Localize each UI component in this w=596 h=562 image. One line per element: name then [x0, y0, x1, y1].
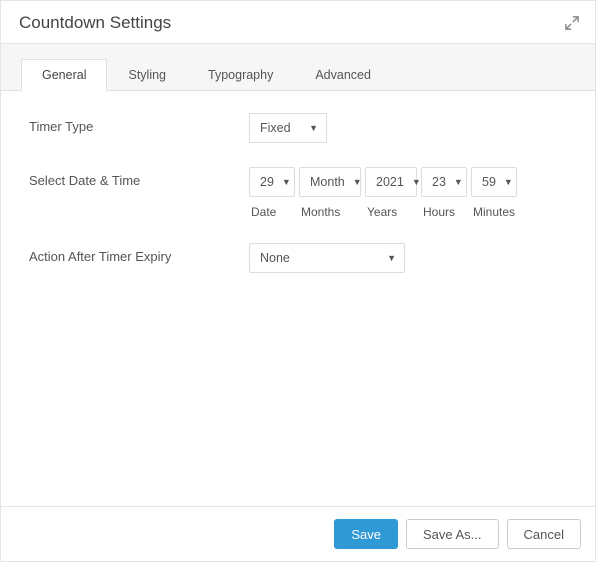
- caption-minute: Minutes: [471, 205, 517, 219]
- chevron-down-icon: ▼: [387, 253, 396, 263]
- button-label: Cancel: [524, 527, 564, 542]
- select-value: Month: [310, 175, 345, 189]
- label-action-expiry: Action After Timer Expiry: [29, 243, 249, 264]
- select-value: None: [260, 251, 290, 265]
- chevron-down-icon: ▼: [454, 177, 463, 187]
- field-timer-type: Fixed ▼: [249, 113, 567, 143]
- label-datetime: Select Date & Time: [29, 167, 249, 188]
- select-value: 29: [260, 175, 274, 189]
- tab-label: Styling: [128, 68, 166, 82]
- save-as-button[interactable]: Save As...: [406, 519, 499, 549]
- field-datetime: 29 ▼ Date Month ▼ Months 2021 ▼: [249, 167, 567, 219]
- cancel-button[interactable]: Cancel: [507, 519, 581, 549]
- dialog-header: Countdown Settings: [1, 1, 595, 44]
- select-value: 2021: [376, 175, 404, 189]
- select-value: 23: [432, 175, 446, 189]
- select-action-expiry[interactable]: None ▼: [249, 243, 405, 273]
- caption-year: Years: [365, 205, 417, 219]
- chevron-down-icon: ▼: [353, 177, 362, 187]
- label-timer-type: Timer Type: [29, 113, 249, 134]
- chevron-down-icon: ▼: [309, 123, 318, 133]
- dialog-footer: Save Save As... Cancel: [1, 506, 595, 561]
- caption-date: Date: [249, 205, 295, 219]
- caption-month: Months: [299, 205, 361, 219]
- tab-label: Typography: [208, 68, 273, 82]
- expand-icon[interactable]: [565, 16, 579, 30]
- caption-hour: Hours: [421, 205, 467, 219]
- select-timer-type[interactable]: Fixed ▼: [249, 113, 327, 143]
- button-label: Save: [351, 527, 381, 542]
- chevron-down-icon: ▼: [412, 177, 421, 187]
- tab-bar: General Styling Typography Advanced: [1, 44, 595, 91]
- select-date[interactable]: 29 ▼: [249, 167, 295, 197]
- select-month[interactable]: Month ▼: [299, 167, 361, 197]
- chevron-down-icon: ▼: [504, 177, 513, 187]
- save-button[interactable]: Save: [334, 519, 398, 549]
- tab-content-general: Timer Type Fixed ▼ Select Date & Time 29…: [1, 91, 595, 319]
- tab-advanced[interactable]: Advanced: [294, 59, 392, 91]
- select-value: 59: [482, 175, 496, 189]
- tab-general[interactable]: General: [21, 59, 107, 91]
- row-action-expiry: Action After Timer Expiry None ▼: [29, 243, 567, 273]
- button-label: Save As...: [423, 527, 482, 542]
- chevron-down-icon: ▼: [282, 177, 291, 187]
- dialog-title: Countdown Settings: [19, 13, 171, 33]
- row-datetime: Select Date & Time 29 ▼ Date Month ▼ Mon…: [29, 167, 567, 219]
- tab-styling[interactable]: Styling: [107, 59, 187, 91]
- field-action-expiry: None ▼: [249, 243, 567, 273]
- select-hour[interactable]: 23 ▼: [421, 167, 467, 197]
- select-minute[interactable]: 59 ▼: [471, 167, 517, 197]
- tab-label: General: [42, 68, 86, 82]
- select-year[interactable]: 2021 ▼: [365, 167, 417, 197]
- tab-label: Advanced: [315, 68, 371, 82]
- row-timer-type: Timer Type Fixed ▼: [29, 113, 567, 143]
- select-value: Fixed: [260, 121, 291, 135]
- tab-typography[interactable]: Typography: [187, 59, 294, 91]
